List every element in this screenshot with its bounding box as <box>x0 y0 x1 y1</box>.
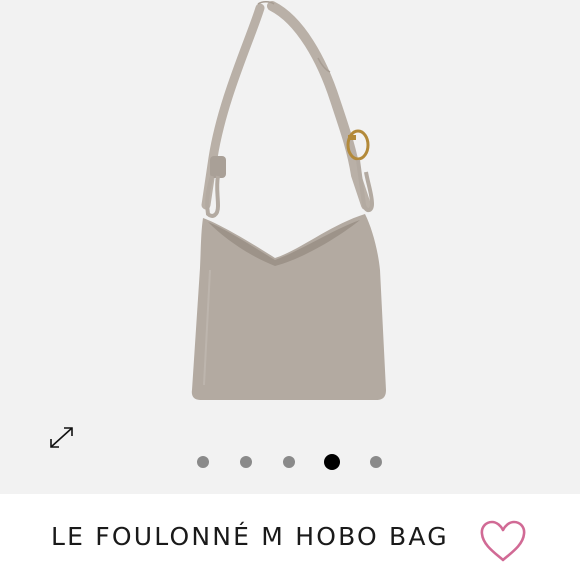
product-info: LE FOULONNÉ M HOBO BAG <box>0 494 580 580</box>
carousel-dot-3[interactable] <box>283 456 295 468</box>
product-title: LE FOULONNÉ M HOBO BAG <box>51 522 449 551</box>
carousel-dot-2[interactable] <box>240 456 252 468</box>
carousel-dot-5[interactable] <box>370 456 382 468</box>
wishlist-button[interactable] <box>477 519 529 565</box>
carousel-indicator <box>0 452 580 472</box>
expand-arrows-icon <box>50 427 73 448</box>
product-image <box>191 1 386 400</box>
carousel-dot-1[interactable] <box>197 456 209 468</box>
carousel-dot-4-active[interactable] <box>324 454 340 470</box>
heart-outline-icon <box>480 520 526 562</box>
expand-image-button[interactable] <box>44 422 78 452</box>
product-gallery[interactable] <box>0 0 580 494</box>
